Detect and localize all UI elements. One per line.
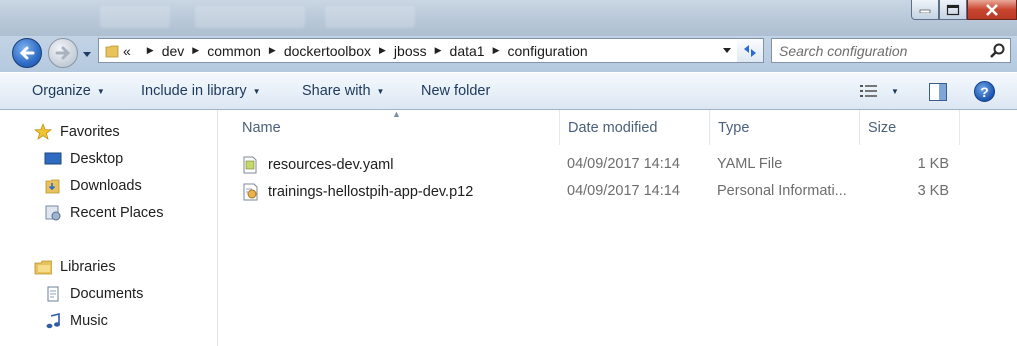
breadcrumb-separator[interactable]: ▶ bbox=[435, 45, 442, 56]
details-view-icon bbox=[860, 85, 877, 97]
back-button[interactable] bbox=[12, 38, 42, 68]
sidebar-item-recent-places[interactable]: Recent Places bbox=[44, 205, 164, 221]
file-size-cell: 3 KB bbox=[917, 183, 949, 199]
breadcrumb-item-jboss[interactable]: jboss bbox=[394, 43, 427, 59]
refresh-button[interactable] bbox=[737, 38, 764, 63]
navigation-pane: Favorites Desktop Downloads Recent Place… bbox=[0, 110, 218, 346]
search-icon[interactable] bbox=[989, 43, 1005, 59]
search-box[interactable] bbox=[771, 38, 1011, 63]
minimize-icon bbox=[919, 9, 931, 13]
table-row[interactable]: trainings-hellostpih-app-dev.p12 04/09/2… bbox=[218, 180, 998, 204]
breadcrumb-separator[interactable]: ▶ bbox=[269, 45, 276, 56]
certificate-file-icon bbox=[243, 183, 258, 201]
chevron-down-icon: ▼ bbox=[376, 86, 385, 96]
new-folder-button[interactable]: New folder bbox=[421, 83, 490, 99]
column-header-name[interactable]: Name bbox=[234, 110, 560, 145]
table-row[interactable]: resources-dev.yaml 04/09/2017 14:14 YAML… bbox=[218, 153, 998, 177]
breadcrumb-item-dev[interactable]: dev bbox=[162, 43, 185, 59]
window-title-bar bbox=[0, 0, 1017, 36]
breadcrumb-separator[interactable]: ▶ bbox=[379, 45, 386, 56]
desktop-icon bbox=[44, 151, 62, 167]
recent-places-icon bbox=[44, 205, 62, 221]
recent-pages-dropdown[interactable] bbox=[82, 48, 92, 60]
breadcrumb-item-configuration[interactable]: configuration bbox=[508, 43, 588, 59]
chevron-down-icon: ▼ bbox=[96, 86, 105, 96]
documents-icon bbox=[44, 286, 62, 302]
libraries-icon bbox=[34, 259, 52, 275]
file-type-cell: Personal Informati... bbox=[717, 183, 847, 199]
yaml-file-icon bbox=[243, 156, 257, 174]
maximize-icon bbox=[946, 4, 960, 15]
breadcrumb-item-dockertoolbox[interactable]: dockertoolbox bbox=[284, 43, 371, 59]
column-header-size[interactable]: Size bbox=[860, 110, 960, 145]
breadcrumb-separator[interactable]: ▶ bbox=[147, 45, 154, 56]
chevron-down-icon: ▼ bbox=[252, 86, 261, 96]
sidebar-item-music[interactable]: Music bbox=[44, 313, 108, 329]
file-name-cell: trainings-hellostpih-app-dev.p12 bbox=[242, 183, 473, 201]
minimize-button[interactable] bbox=[911, 0, 939, 20]
chevron-down-icon[interactable]: ▼ bbox=[891, 87, 899, 96]
file-type-cell: YAML File bbox=[717, 156, 783, 172]
share-with-button[interactable]: Share with ▼ bbox=[302, 83, 384, 99]
breadcrumb-overflow[interactable]: « bbox=[123, 43, 131, 59]
forward-arrow-icon bbox=[55, 46, 71, 60]
file-date-cell: 04/09/2017 14:14 bbox=[567, 183, 680, 199]
file-name-cell: resources-dev.yaml bbox=[242, 156, 393, 174]
breadcrumb-item-common[interactable]: common bbox=[207, 43, 261, 59]
navigation-bar: « ▶ dev ▶ common ▶ dockertoolbox ▶ jboss… bbox=[0, 36, 1017, 72]
sidebar-item-favorites[interactable]: Favorites bbox=[34, 123, 120, 140]
title-bar-blur bbox=[100, 6, 170, 28]
change-view-button[interactable]: ▼ bbox=[859, 83, 899, 99]
forward-button[interactable] bbox=[48, 38, 78, 68]
folder-icon bbox=[105, 45, 119, 57]
breadcrumb-item-data1[interactable]: data1 bbox=[450, 43, 485, 59]
maximize-button[interactable] bbox=[939, 0, 967, 20]
file-list: ▲ Name Date modified Type Size resources… bbox=[218, 109, 1017, 346]
refresh-icon bbox=[744, 44, 756, 57]
close-icon bbox=[986, 3, 998, 16]
back-arrow-icon bbox=[19, 46, 35, 60]
window-controls bbox=[911, 0, 1017, 20]
sidebar-item-documents[interactable]: Documents bbox=[44, 286, 143, 302]
breadcrumb-separator[interactable]: ▶ bbox=[493, 45, 500, 56]
breadcrumb: ▶ dev ▶ common ▶ dockertoolbox ▶ jboss ▶… bbox=[139, 43, 588, 59]
file-date-cell: 04/09/2017 14:14 bbox=[567, 156, 680, 172]
sidebar-item-downloads[interactable]: Downloads bbox=[44, 178, 142, 194]
search-input[interactable] bbox=[779, 40, 979, 61]
column-header-date-modified[interactable]: Date modified bbox=[560, 110, 710, 145]
command-bar: Organize ▼ Include in library ▼ Share with… bbox=[0, 72, 1017, 110]
chevron-down-icon[interactable] bbox=[722, 47, 732, 55]
downloads-folder-icon bbox=[44, 178, 62, 194]
music-icon bbox=[44, 313, 62, 329]
breadcrumb-separator[interactable]: ▶ bbox=[192, 45, 199, 56]
address-bar[interactable]: « ▶ dev ▶ common ▶ dockertoolbox ▶ jboss… bbox=[98, 38, 738, 63]
star-icon bbox=[34, 123, 52, 140]
title-bar-blur bbox=[325, 6, 415, 28]
help-button[interactable]: ? bbox=[974, 81, 995, 102]
sidebar-item-libraries[interactable]: Libraries bbox=[34, 259, 116, 275]
preview-pane-icon[interactable] bbox=[928, 82, 948, 102]
close-button[interactable] bbox=[967, 0, 1017, 20]
organize-button[interactable]: Organize ▼ bbox=[32, 83, 105, 99]
sidebar-item-desktop[interactable]: Desktop bbox=[44, 151, 123, 167]
file-size-cell: 1 KB bbox=[917, 156, 949, 172]
column-header-type[interactable]: Type bbox=[710, 110, 860, 145]
title-bar-blur bbox=[195, 6, 305, 28]
include-in-library-button[interactable]: Include in library ▼ bbox=[141, 83, 261, 99]
